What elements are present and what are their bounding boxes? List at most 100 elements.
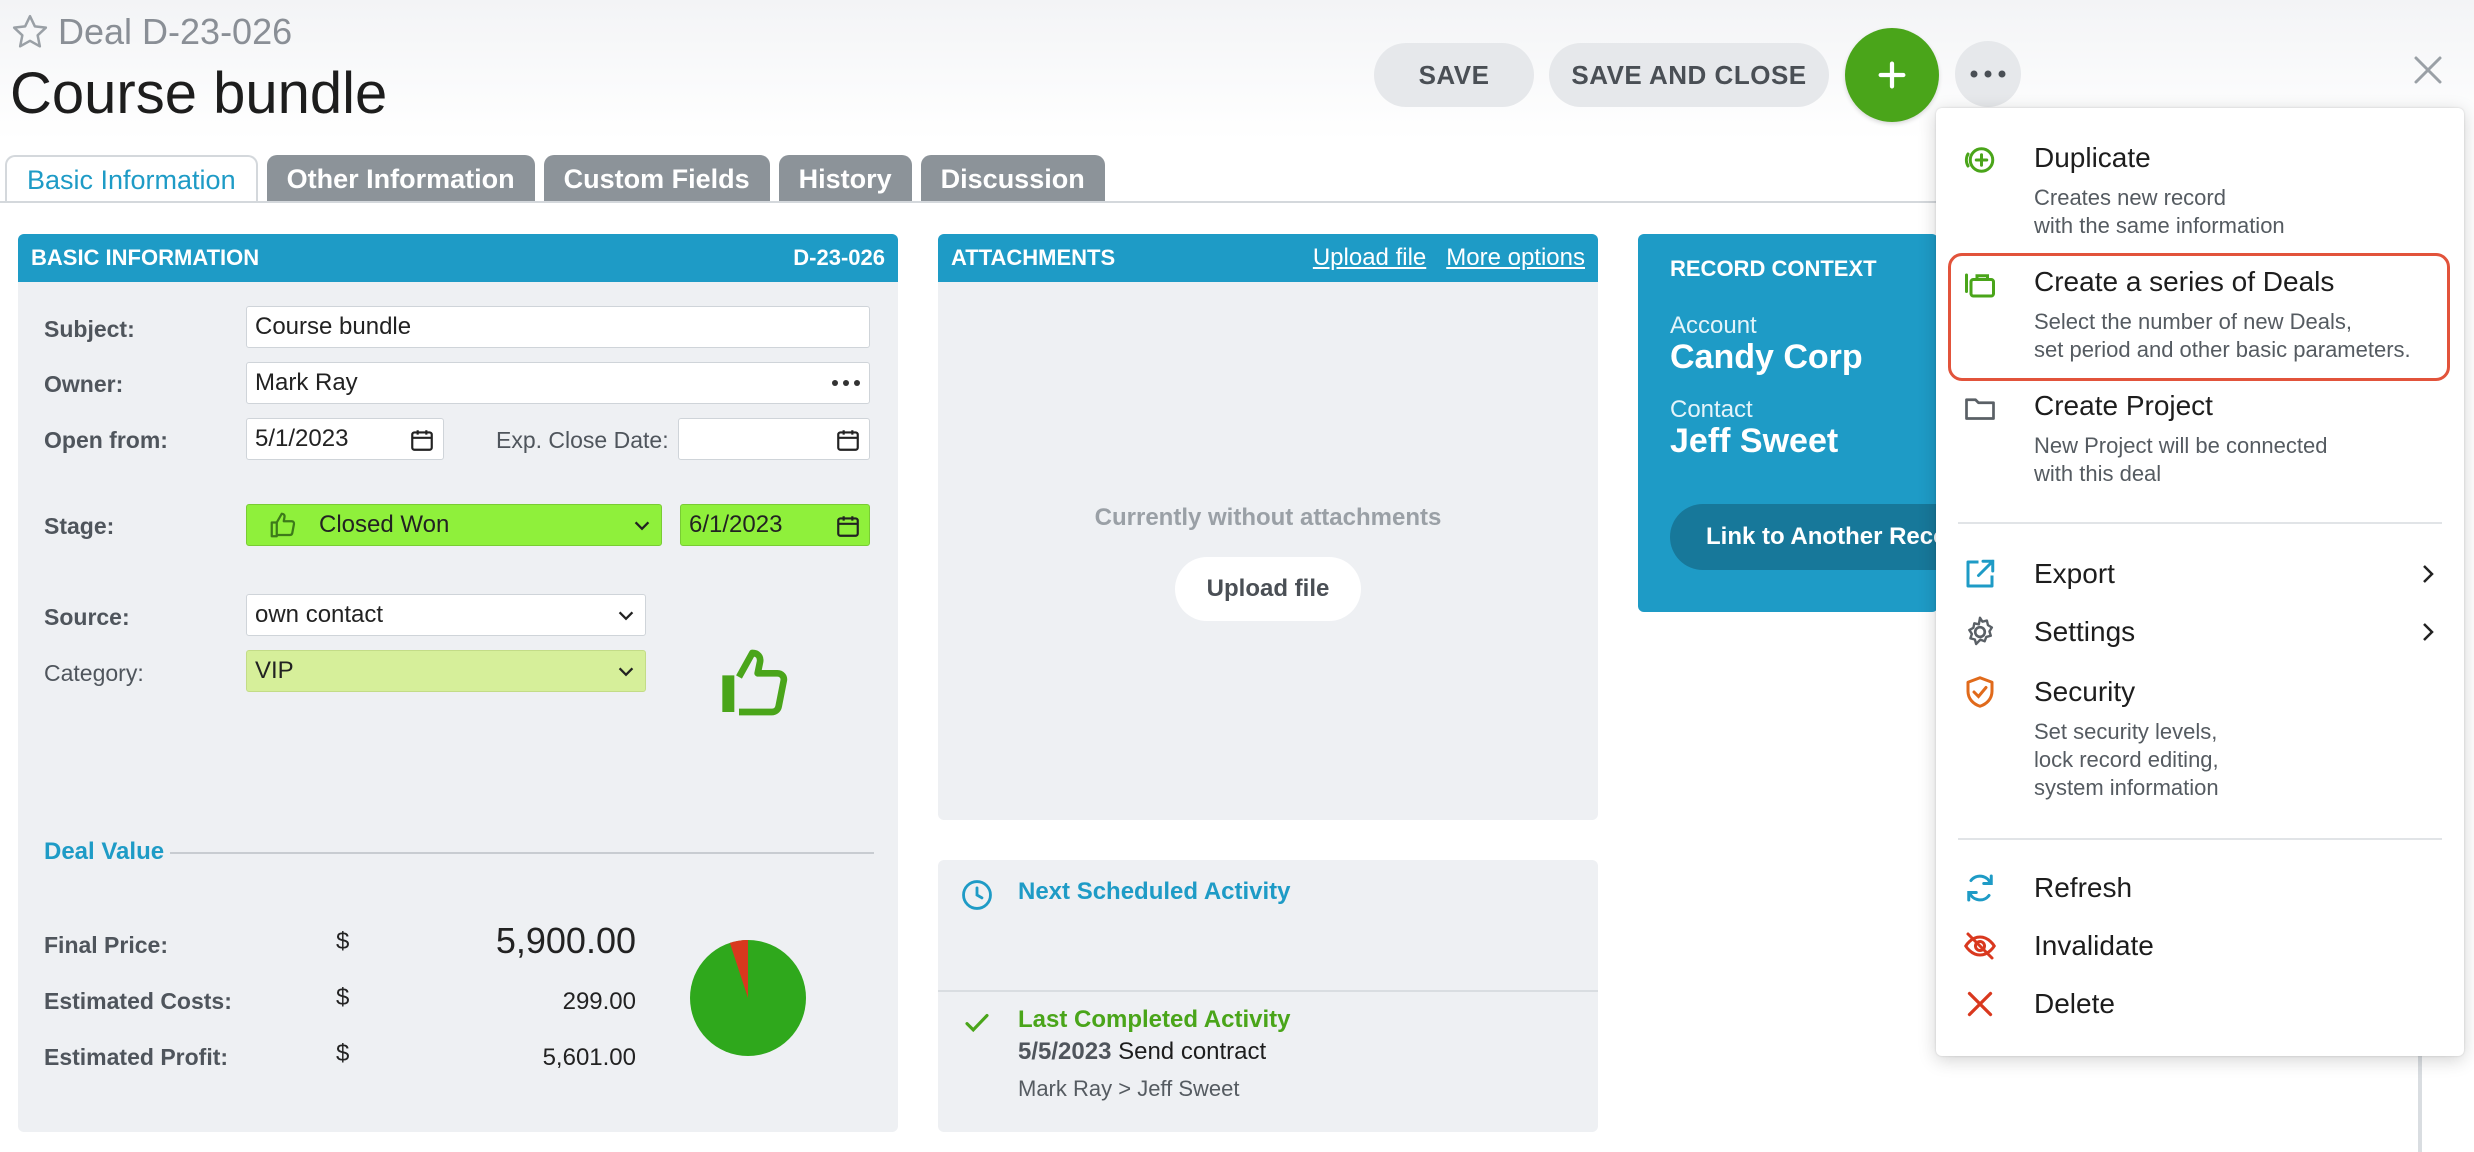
menu-item-export[interactable]: Export <box>1936 544 2464 600</box>
chevron-right-icon <box>2423 623 2434 641</box>
upload-file-button[interactable]: Upload file <box>1175 557 1361 621</box>
deal-id: Deal D-23-026 <box>58 11 293 52</box>
last-activity-date: 5/5/2023 <box>1018 1038 1112 1065</box>
empty-attachments-text: Currently without attachments <box>1094 504 1442 531</box>
folder-icon <box>1965 398 1995 420</box>
stage-select[interactable]: Closed Won <box>246 504 662 546</box>
tab-other-information[interactable]: Other Information <box>266 155 535 203</box>
chevron-down-icon <box>618 667 634 677</box>
owner-value: Mark Ray <box>255 369 358 396</box>
calendar-icon[interactable] <box>835 427 861 453</box>
shield-icon <box>1966 676 1994 708</box>
menu-item-duplicate[interactable]: Duplicate Creates new record with the sa… <box>1936 108 2464 248</box>
owner-input[interactable]: Mark Ray <box>246 362 870 404</box>
account-value[interactable]: Candy Corp <box>1670 338 1863 377</box>
last-activity-row[interactable]: 5/5/2023 Send contract <box>1018 1038 1266 1066</box>
menu-item-settings[interactable]: Settings <box>1936 602 2464 658</box>
export-icon <box>1966 559 1995 588</box>
activity-divider <box>938 990 1598 992</box>
next-activity-title[interactable]: Next Scheduled Activity <box>1018 878 1291 906</box>
subject-value: Course bundle <box>255 313 412 340</box>
duplicate-icon <box>1964 147 1995 173</box>
clock-icon <box>962 880 992 910</box>
source-value: own contact <box>255 601 384 628</box>
calendar-icon[interactable] <box>835 513 861 539</box>
source-select[interactable]: own contact <box>246 594 646 636</box>
more-dots-icon <box>1970 70 2006 78</box>
menu-item-description: Select the number of new Deals, <box>2034 309 2352 334</box>
menu-item-title: Create Project <box>2034 390 2213 421</box>
menu-item-description: New Project will be connected <box>2034 433 2328 458</box>
last-activity-subject: Send contract <box>1118 1038 1267 1065</box>
menu-item-title: Create a series of Deals <box>2034 266 2335 297</box>
save-and-close-button[interactable]: SAVE AND CLOSE <box>1549 43 1829 107</box>
stage-date-input[interactable]: 6/1/2023 <box>680 504 870 546</box>
attachments-header: ATTACHMENTS Upload file More options <box>938 234 1598 282</box>
tab-bar: Basic Information Other Information Cust… <box>5 155 1105 203</box>
estimated-costs-label: Estimated Costs: <box>44 988 232 1014</box>
star-icon[interactable] <box>10 12 50 52</box>
subject-input[interactable]: Course bundle <box>246 306 870 348</box>
menu-item-title: Delete <box>2034 988 2115 1019</box>
last-activity-people: Mark Ray > Jeff Sweet <box>1018 1076 1240 1101</box>
menu-item-refresh[interactable]: Refresh <box>1936 858 2464 914</box>
menu-item-description: with the same information <box>2034 213 2285 238</box>
eye-off-icon <box>1964 932 1996 960</box>
currency-symbol: $ <box>336 984 350 1011</box>
menu-item-invalidate[interactable]: Invalidate <box>1936 916 2464 972</box>
refresh-icon <box>1967 874 1993 902</box>
more-options-link[interactable]: More options <box>1446 244 1585 272</box>
activity-panel: Next Scheduled Activity Last Completed A… <box>938 860 1598 1132</box>
source-label: Source: <box>44 604 130 630</box>
upload-file-link[interactable]: Upload file <box>1313 244 1426 272</box>
open-from-date-input[interactable]: 5/1/2023 <box>246 418 444 460</box>
contact-value[interactable]: Jeff Sweet <box>1670 422 1838 461</box>
save-button[interactable]: SAVE <box>1374 43 1534 107</box>
menu-item-security[interactable]: Security Set security levels, lock recor… <box>1936 660 2464 816</box>
last-activity-title[interactable]: Last Completed Activity <box>1018 1006 1291 1034</box>
owner-more-icon[interactable] <box>831 379 861 387</box>
deal-id-row: Deal D-23-026 <box>10 10 292 54</box>
record-context-title: RECORD CONTEXT <box>1670 256 1877 281</box>
exp-close-date-label: Exp. Close Date: <box>496 427 669 453</box>
link-to-another-record-button[interactable]: Link to Another Record <box>1670 504 1938 570</box>
menu-item-title: Invalidate <box>2034 930 2154 961</box>
open-from-value: 5/1/2023 <box>255 425 349 452</box>
tab-history[interactable]: History <box>778 155 912 203</box>
menu-item-create-series[interactable]: Create a series of Deals Select the numb… <box>1936 256 2464 378</box>
plus-icon <box>1878 61 1906 89</box>
scrollbar[interactable] <box>2418 1040 2422 1152</box>
gear-icon <box>1968 616 1994 646</box>
menu-item-delete[interactable]: Delete <box>1936 974 2464 1030</box>
currency-symbol: $ <box>336 1040 350 1067</box>
category-select[interactable]: VIP <box>246 650 646 692</box>
tab-discussion[interactable]: Discussion <box>920 155 1105 203</box>
delete-x-icon <box>1967 991 1993 1017</box>
thumbs-up-icon <box>270 512 296 538</box>
deal-value-title: Deal Value <box>44 838 165 865</box>
close-icon[interactable] <box>2410 52 2446 88</box>
more-options-menu: Duplicate Creates new record with the sa… <box>1936 108 2464 1056</box>
page-title: Course bundle <box>10 61 388 126</box>
add-button[interactable] <box>1845 28 1939 122</box>
menu-item-create-project[interactable]: Create Project New Project will be conne… <box>1936 380 2464 504</box>
tab-custom-fields[interactable]: Custom Fields <box>543 155 770 203</box>
category-label: Category: <box>44 660 144 686</box>
deal-code: D-23-026 <box>793 245 885 270</box>
tab-divider <box>0 201 1950 203</box>
calendar-icon[interactable] <box>409 427 435 453</box>
menu-item-title: Settings <box>2034 616 2136 647</box>
menu-item-description: Set security levels, <box>2034 719 2218 744</box>
menu-item-description: lock record editing, <box>2034 747 2219 772</box>
exp-close-date-input[interactable] <box>678 418 870 460</box>
more-options-button[interactable] <box>1955 41 2021 107</box>
estimated-profit-label: Estimated Profit: <box>44 1044 229 1070</box>
tab-basic-information[interactable]: Basic Information <box>5 155 258 203</box>
briefcase-series-icon <box>1965 273 1995 298</box>
menu-item-title: Security <box>2034 676 2136 707</box>
menu-separator <box>1958 838 2442 840</box>
attachments-panel: ATTACHMENTS Upload file More options Cur… <box>938 234 1598 820</box>
menu-item-description: set period and other basic parameters. <box>2034 337 2411 362</box>
chevron-right-icon <box>2423 565 2434 583</box>
thumbs-up-icon <box>722 649 788 716</box>
